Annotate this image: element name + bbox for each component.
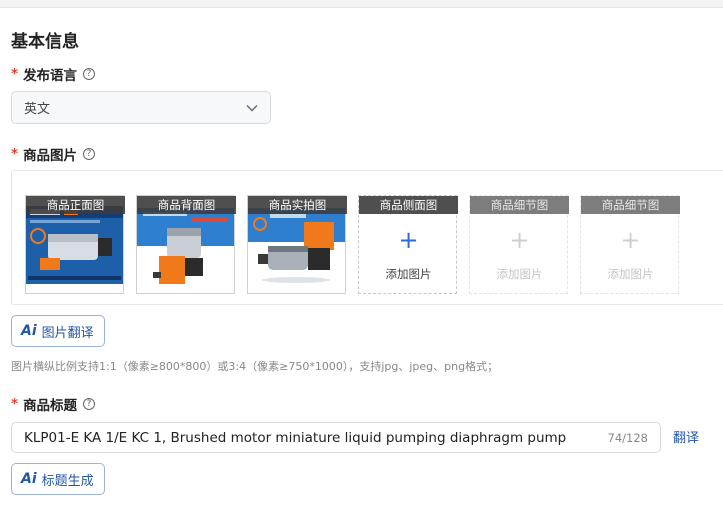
images-label-text: 商品图片 [23, 148, 78, 164]
image-slot-detail-2: 商品细节图 + 添加图片 [580, 195, 680, 294]
image-slot-detail-1: 商品细节图 + 添加图片 [469, 195, 569, 294]
images-label: * 商品图片 ? [11, 144, 96, 164]
image-slot-caption: 商品正面图 [26, 196, 125, 214]
image-slot-back[interactable]: 商品背面图 [136, 195, 236, 294]
character-counter: 74/128 [607, 430, 648, 445]
required-mark: * [11, 146, 19, 162]
image-slot-front[interactable]: 商品正面图 [25, 195, 125, 294]
plus-icon: + [398, 226, 419, 254]
section-title: 基本信息 [11, 32, 79, 52]
image-format-hint: 图片横纵比例支持1:1（像素≥800*800）或3:4（像素≥750*1000）… [11, 360, 499, 373]
language-select-value: 英文 [24, 102, 51, 117]
add-image-label: 添加图片 [607, 267, 654, 281]
language-label-text: 发布语言 [23, 68, 78, 84]
product-title-input[interactable]: KLP01-E KA 1/E KC 1, Brushed motor minia… [11, 422, 661, 453]
image-slot-caption: 商品细节图 [470, 196, 569, 214]
help-icon[interactable]: ? [83, 398, 96, 410]
ai-icon: Ai [21, 323, 37, 339]
image-slot-caption: 商品背面图 [137, 196, 236, 214]
add-image-label: 添加图片 [385, 267, 432, 281]
plus-icon: + [509, 226, 530, 254]
image-upload-panel: 商品正面图 商品背面图 商品实拍图 商品侧面图 + 添加图片 商品细节图 + 添… [11, 170, 723, 305]
add-image-label: 添加图片 [496, 267, 543, 281]
title-generate-label: 标题生成 [41, 473, 94, 489]
top-bar [0, 0, 723, 8]
image-slot-real[interactable]: 商品实拍图 [247, 195, 347, 294]
image-slot-caption: 商品细节图 [581, 196, 680, 214]
image-slot-side[interactable]: 商品侧面图 + 添加图片 [358, 195, 458, 294]
translate-link[interactable]: 翻译 [673, 427, 699, 446]
help-icon[interactable]: ? [83, 68, 96, 80]
required-mark: * [11, 396, 19, 412]
title-generate-button[interactable]: Ai 标题生成 [11, 463, 105, 495]
required-mark: * [11, 66, 19, 82]
plus-icon: + [620, 226, 641, 254]
language-select[interactable]: 英文 [11, 91, 271, 124]
image-translate-label: 图片翻译 [41, 325, 94, 341]
ai-icon: Ai [21, 471, 37, 487]
product-title-label-text: 商品标题 [23, 398, 78, 414]
help-icon[interactable]: ? [83, 148, 96, 160]
image-slot-caption: 商品实拍图 [248, 196, 347, 214]
image-slot-caption: 商品侧面图 [359, 196, 458, 214]
chevron-down-icon [246, 102, 258, 114]
image-translate-button[interactable]: Ai 图片翻译 [11, 315, 105, 347]
language-label: * 发布语言 ? [11, 64, 96, 84]
product-title-label: * 商品标题 ? [11, 394, 96, 414]
product-title-value: KLP01-E KA 1/E KC 1, Brushed motor minia… [24, 429, 567, 446]
